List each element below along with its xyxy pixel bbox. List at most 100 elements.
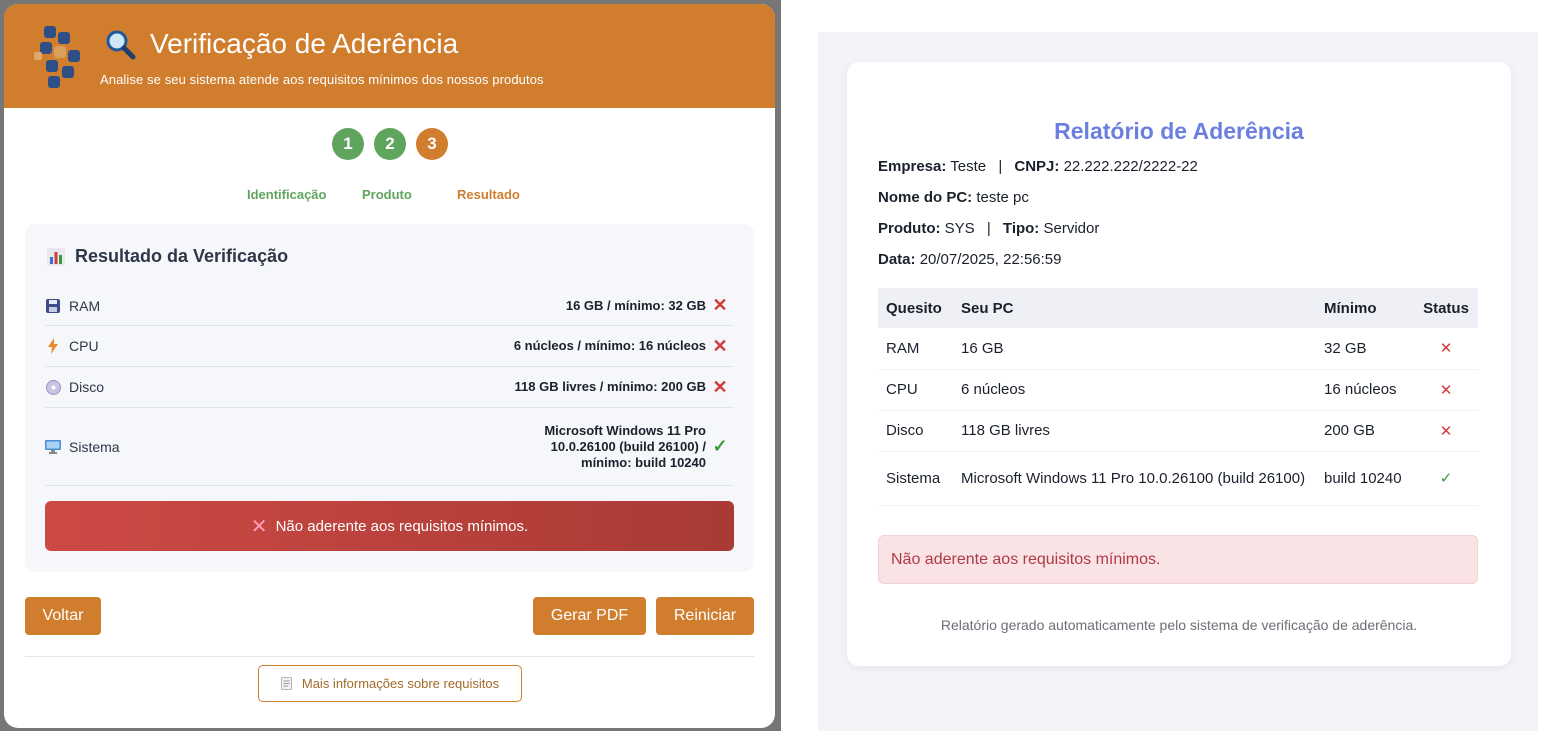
cell-seu-pc: 118 GB livres [961,422,1050,439]
result-row-cpu: CPU 6 núcleos / mínimo: 16 núcleos ✕ [45,326,734,367]
result-row-system: Sistema Microsoft Windows 11 Pro 10.0.26… [45,408,734,486]
pc-value: teste pc [976,189,1029,206]
report-footer: Relatório gerado automaticamente pelo si… [940,617,1418,633]
step-3-label: Resultado [457,187,520,202]
table-row: CPU 6 núcleos 16 núcleos ✕ [878,369,1478,410]
result-row-disk: Disco 118 GB livres / mínimo: 200 GB ✕ [45,367,734,408]
monitor-icon [45,439,61,455]
more-info-button[interactable]: Mais informações sobre requisitos [258,665,522,702]
step-1-label: Identificação [247,187,327,202]
separator: | [986,220,991,237]
table-row: Disco 118 GB livres 200 GB ✕ [878,410,1478,451]
cell-minimo: 16 núcleos [1324,381,1397,398]
step-2-indicator: 2 [374,128,406,160]
non-compliance-banner: ✕ Não aderente aos requisitos mínimos. [45,501,734,551]
system-pass-icon: ✓ [712,436,728,456]
cell-quesito: Disco [886,422,924,439]
tipo-label: Tipo: [1002,220,1040,237]
step-2-label: Produto [362,187,412,202]
cnpj-value: 22.222.222/2222-22 [1063,158,1198,175]
report-alert: Não aderente aos requisitos mínimos. [878,535,1478,584]
table-row: RAM 16 GB 32 GB ✕ [878,328,1478,369]
ram-fail-icon: ✕ [712,295,728,315]
data-value: 20/07/2025, 22:56:59 [919,251,1062,268]
result-row-ram: RAM 16 GB / mínimo: 32 GB ✕ [45,286,734,326]
col-status: Status [1414,288,1478,328]
back-button[interactable]: Voltar [25,597,101,635]
cell-status-fail-icon: ✕ [1439,340,1453,358]
report-table-header: Quesito Seu PC Mínimo Status [878,288,1478,328]
cross-icon: ✕ [250,515,268,538]
verification-window: Verificação de Aderência Analise se seu … [4,4,775,728]
empresa-label: Empresa: [878,158,947,175]
report-pc-line: Nome do PC: teste pc [878,189,1029,206]
bar-chart-icon [47,247,65,266]
col-minimo: Mínimo [1316,288,1414,328]
cell-quesito: CPU [886,381,918,398]
cell-quesito: RAM [886,339,920,357]
cpu-fail-icon: ✕ [712,335,728,356]
restart-button[interactable]: Reiniciar [656,597,754,635]
produto-value: SYS [944,220,975,237]
step-3-indicator: 3 [416,128,448,160]
more-info-label: Mais informações sobre requisitos [301,676,500,691]
report-company-line: Empresa: Teste | CNPJ: 22.222.222/2222-2… [878,158,1198,175]
col-seu-pc: Seu PC [953,288,1316,328]
step-1-indicator: 1 [332,128,364,160]
cell-minimo: build 10240 [1324,469,1402,487]
ram-label: RAM [69,297,101,314]
produto-label: Produto: [878,220,941,237]
divider [25,656,754,657]
system-label: Sistema [69,438,120,455]
cell-seu-pc: Microsoft Windows 11 Pro 10.0.26100 (bui… [961,469,1306,487]
magnifier-icon [106,30,136,60]
result-card: Resultado da Verificação RAM 16 GB / mín… [25,224,754,572]
cpu-label: CPU [69,338,99,354]
left-window-frame: Verificação de Aderência Analise se seu … [0,0,781,731]
col-quesito: Quesito [878,288,953,328]
disk-value: 118 GB livres / mínimo: 200 GB [514,379,706,394]
disc-icon [45,379,61,395]
system-value-line-3: mínimo: build 10240 [581,454,706,470]
system-value-line-2: 10.0.26100 (build 26100) / [550,438,706,454]
page-title-text: Verificação de Aderência [150,28,459,59]
header: Verificação de Aderência Analise se seu … [4,4,775,108]
generate-pdf-button[interactable]: Gerar PDF [533,597,646,635]
data-label: Data: [878,251,916,268]
cell-status-fail-icon: ✕ [1439,422,1453,440]
tipo-value: Servidor [1043,220,1100,237]
disk-fail-icon: ✕ [712,376,728,397]
page-title: Verificação de Aderência [104,28,458,60]
report-table: Quesito Seu PC Mínimo Status RAM 16 GB 3… [878,288,1478,506]
report-date-line: Data: 20/07/2025, 22:56:59 [878,251,1061,268]
report-title: Relatório de Aderência [1054,118,1304,144]
separator: | [998,158,1003,175]
company-logo-icon [34,26,80,88]
lightning-icon [45,338,61,354]
report-product-line: Produto: SYS | Tipo: Servidor [878,220,1099,237]
system-value-line-1: Microsoft Windows 11 Pro [544,422,706,438]
cell-seu-pc: 16 GB [961,339,1004,357]
ram-value: 16 GB / mínimo: 32 GB [565,297,706,313]
cell-status-fail-icon: ✕ [1439,381,1453,399]
banner-text: Não aderente aos requisitos mínimos. [275,517,529,535]
cell-quesito: Sistema [886,469,941,487]
cpu-value: 6 núcleos / mínimo: 16 núcleos [513,338,706,353]
report-card: Relatório de Aderência Empresa: Teste | … [847,62,1511,666]
cell-minimo: 200 GB [1324,422,1375,439]
result-title: Resultado da Verificação [47,246,288,267]
pc-label: Nome do PC: [878,189,973,206]
floppy-disk-icon [45,298,61,314]
cnpj-label: CNPJ: [1014,158,1060,175]
empresa-value: Teste [950,158,987,175]
system-value: Microsoft Windows 11 Pro 10.0.26100 (bui… [544,423,706,471]
cell-minimo: 32 GB [1324,339,1367,357]
cell-seu-pc: 6 núcleos [961,381,1026,398]
cell-status-pass-icon: ✓ [1439,469,1453,487]
disk-label: Disco [69,379,105,395]
table-row: Sistema Microsoft Windows 11 Pro 10.0.26… [878,451,1478,505]
result-title-text: Resultado da Verificação [75,246,289,266]
document-icon [280,677,292,690]
stepper: 1 2 3 [4,128,775,162]
page-subtitle: Analise se seu sistema atende aos requis… [100,72,544,87]
